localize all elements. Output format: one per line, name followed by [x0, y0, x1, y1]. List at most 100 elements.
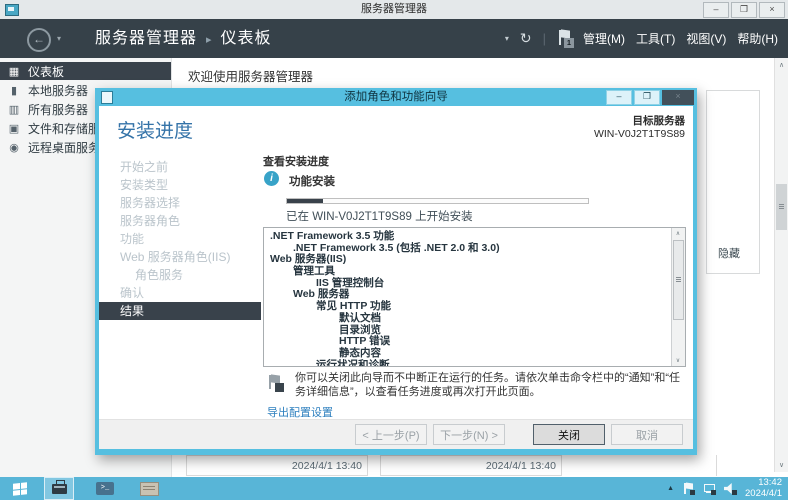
dialog-titlebar: 添加角色和功能向导 – ❐ × [95, 88, 697, 106]
list-scroll-up-icon[interactable]: ∧ [672, 230, 684, 237]
taskbar: >_ ▲ 13:42 2024/4/1 [0, 477, 788, 500]
scroll-up-icon[interactable]: ∧ [775, 61, 788, 69]
server-dropdown-icon[interactable]: ▾ [505, 34, 509, 43]
wizard-dialog: 添加角色和功能向导 – ❐ × 安装进度 目标服务器 WIN-V0J2T1T9S… [95, 88, 697, 455]
list-scroll-down-icon[interactable]: ∨ [672, 357, 684, 364]
dialog-body: 安装进度 目标服务器 WIN-V0J2T1T9S89 开始之前 安装类型 服务器… [99, 106, 693, 449]
feature-item: 运行状况和诊断 [264, 360, 671, 367]
export-config-link[interactable]: 导出配置设置 [267, 404, 333, 420]
wizard-step-install-type[interactable]: 安装类型 [99, 176, 261, 194]
feature-install-label: 功能安装 [289, 173, 335, 189]
wizard-step-confirmation[interactable]: 确认 [99, 284, 261, 302]
file-storage-icon: ▣ [7, 122, 21, 135]
feature-item: .NET Framework 3.5 功能 [264, 231, 671, 243]
note-flag-icon [267, 374, 282, 392]
target-server-label: 目标服务器 [594, 113, 685, 128]
wizard-main: 查看安装进度 i 功能安装 已在 WIN-V0J2T1T9S89 上开始安装 .… [259, 150, 689, 419]
sidebar-item-label: 所有服务器 [28, 101, 88, 118]
wizard-step-server-selection[interactable]: 服务器选择 [99, 194, 261, 212]
back-dropdown-icon[interactable]: ▾ [57, 34, 61, 43]
sidebar-item-label: 本地服务器 [28, 82, 88, 99]
taskbar-clock[interactable]: 13:42 2024/4/1 [745, 478, 782, 499]
window-restore-button[interactable]: ❐ [731, 2, 757, 18]
feature-rows: .NET Framework 3.5 功能 .NET Framework 3.5… [264, 231, 671, 367]
dashboard-tile-timestamp: 2024/4/1 13:40 [380, 455, 562, 476]
main-scrollbar[interactable]: ∧ ∨ [774, 58, 788, 472]
wizard-nav: 开始之前 安装类型 服务器选择 服务器角色 功能 Web 服务器角色(IIS) … [99, 158, 261, 320]
network-icon[interactable] [703, 482, 716, 495]
progress-fill [287, 199, 323, 203]
taskbar-explorer[interactable] [134, 477, 164, 500]
dialog-footer: < 上一步(P) 下一步(N) > 关闭 取消 [99, 419, 693, 449]
folder-icon [140, 482, 159, 496]
back-arrow-icon: ← [33, 32, 45, 46]
window-close-button[interactable]: × [759, 2, 785, 18]
tile-divider [716, 455, 717, 476]
window-minimize-button[interactable]: – [703, 2, 729, 18]
menu-help[interactable]: 帮助(H) [737, 30, 778, 47]
tile-timestamp-text: 2024/4/1 13:40 [486, 460, 556, 472]
previous-button[interactable]: < 上一步(P) [355, 424, 427, 445]
menu-manage[interactable]: 管理(M) [583, 30, 625, 47]
dashboard-tile: 隐藏 [706, 90, 760, 274]
menu-tools[interactable]: 工具(T) [636, 30, 675, 47]
header-separator: | [543, 31, 546, 46]
dialog-controls: – ❐ × [606, 90, 694, 105]
feature-item: 静态内容 [264, 348, 671, 360]
scrollbar-thumb[interactable] [776, 184, 787, 230]
cancel-button[interactable]: 取消 [611, 424, 683, 445]
dialog-restore-button[interactable]: ❐ [634, 90, 660, 105]
breadcrumb-chevron-icon: ▸ [206, 34, 212, 46]
notifications-flag-icon[interactable]: 1 [557, 29, 572, 48]
tile-timestamp-text: 2024/4/1 13:40 [292, 460, 362, 472]
back-button[interactable]: ← [27, 28, 51, 52]
wizard-step-results[interactable]: 结果 [99, 302, 261, 320]
header-toolbar: ▾ ↻ | 1 管理(M) 工具(T) 视图(V) 帮助(H) [505, 19, 778, 58]
app-header: ← ▾ 服务器管理器 ▸ 仪表板 ▾ ↻ | 1 管理(M) 工具(T) 视图(V)… [0, 19, 788, 58]
tray-expand-icon[interactable]: ▲ [667, 485, 674, 492]
next-button[interactable]: 下一步(N) > [433, 424, 505, 445]
taskbar-powershell[interactable]: >_ [90, 477, 120, 500]
clock-time: 13:42 [745, 478, 782, 489]
feature-list[interactable]: .NET Framework 3.5 功能 .NET Framework 3.5… [263, 227, 686, 367]
action-center-icon[interactable] [682, 482, 695, 495]
menu-view[interactable]: 视图(V) [686, 30, 726, 47]
wizard-step-server-roles[interactable]: 服务器角色 [99, 212, 261, 230]
windows-logo-icon [13, 482, 27, 495]
target-server-name: WIN-V0J2T1T9S89 [594, 128, 685, 140]
start-button[interactable] [0, 477, 40, 500]
wizard-step-features[interactable]: 功能 [99, 230, 261, 248]
sidebar-item-label: 远程桌面服务 [28, 139, 100, 156]
breadcrumb-current: 仪表板 [221, 30, 272, 47]
feature-item: 目录浏览 [264, 325, 671, 337]
progress-bar [286, 198, 589, 204]
dialog-minimize-button[interactable]: – [606, 90, 632, 105]
scroll-down-icon[interactable]: ∨ [775, 461, 788, 469]
taskbar-server-manager[interactable] [44, 477, 74, 500]
close-button[interactable]: 关闭 [533, 424, 605, 445]
sidebar-item-dashboard[interactable]: ▦ 仪表板 [0, 62, 171, 80]
volume-icon[interactable] [724, 482, 737, 495]
dialog-icon [101, 91, 113, 104]
server-manager-icon [52, 484, 67, 494]
feature-item: 管理工具 [264, 266, 671, 278]
dashboard-tile-timestamp: 2024/4/1 13:40 [186, 455, 368, 476]
list-scrollbar[interactable]: ∧ ∨ [671, 228, 685, 366]
dashboard-icon: ▦ [7, 65, 21, 78]
server-icon: ▮ [7, 84, 21, 97]
breadcrumb-root[interactable]: 服务器管理器 [95, 30, 197, 47]
wizard-step-before-begin[interactable]: 开始之前 [99, 158, 261, 176]
sidebar-item-label: 仪表板 [28, 63, 64, 80]
wizard-note: 你可以关闭此向导而不中断正在运行的任务。请依次单击命令栏中的“通知”和“任务详细… [295, 371, 687, 399]
refresh-icon[interactable]: ↻ [520, 30, 532, 47]
feature-item: HTTP 错误 [264, 336, 671, 348]
dialog-close-button[interactable]: × [662, 90, 694, 105]
servers-icon: ▥ [7, 103, 21, 116]
wizard-step-role-services[interactable]: 角色服务 [99, 266, 261, 284]
wizard-step-web-server-role[interactable]: Web 服务器角色(IIS) [99, 248, 261, 266]
hide-link[interactable]: 隐藏 [718, 245, 740, 261]
list-scrollbar-thumb[interactable] [673, 240, 684, 320]
view-progress-label: 查看安装进度 [263, 153, 329, 169]
progress-status: 已在 WIN-V0J2T1T9S89 上开始安装 [286, 208, 473, 224]
breadcrumb: 服务器管理器 ▸ 仪表板 [95, 19, 272, 60]
